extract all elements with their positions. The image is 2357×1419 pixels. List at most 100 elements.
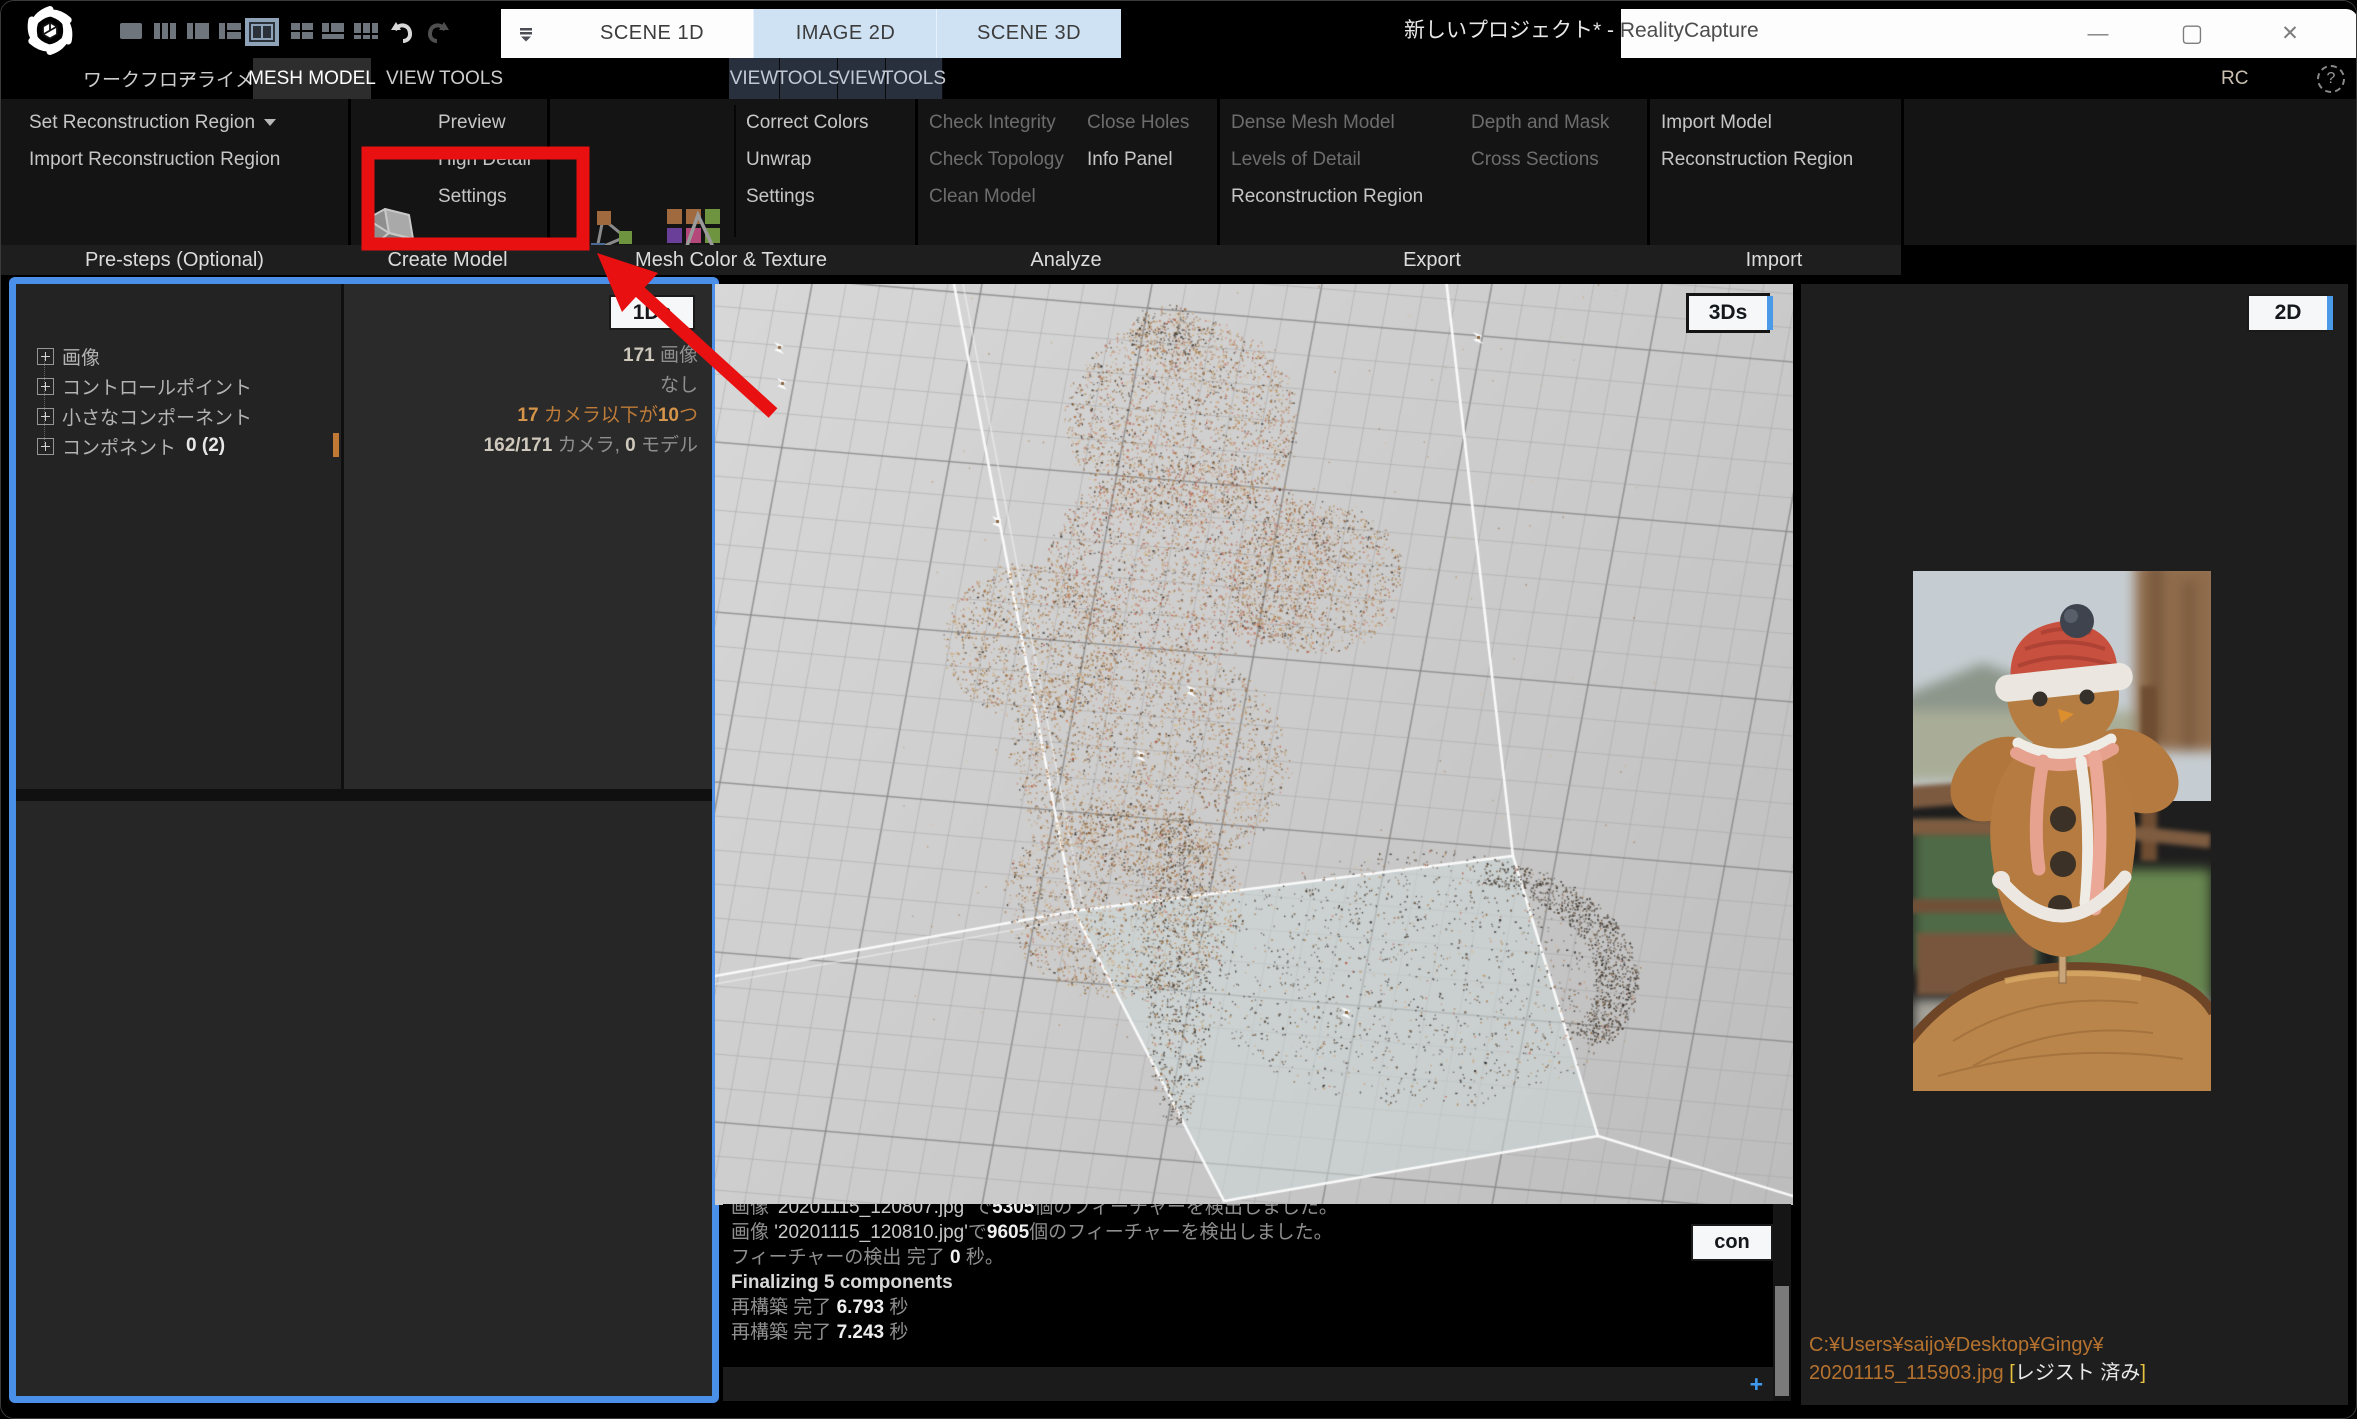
- section-label-mesh-color: Mesh Color & Texture: [547, 245, 915, 275]
- export-column-2: Depth and MaskCross Sections: [1471, 104, 1609, 178]
- badge-accent-bar: [2327, 296, 2333, 330]
- help-icon[interactable]: ?: [2307, 58, 2355, 99]
- maximize-button[interactable]: ▢: [2161, 9, 2223, 58]
- console-scrollbar[interactable]: [1773, 1204, 1791, 1401]
- layout-single-view-icon[interactable]: [119, 22, 143, 40]
- export-column-1: Dense Mesh ModelLevels of DetailReconstr…: [1231, 104, 1423, 215]
- ribbon-item[interactable]: Import Reconstruction Region: [29, 141, 280, 178]
- view-badge-3ds[interactable]: 3Ds: [1689, 296, 1767, 330]
- ribbon-item[interactable]: Check Topology: [929, 141, 1064, 178]
- expand-icon[interactable]: [37, 438, 54, 455]
- tab-scene-1d[interactable]: SCENE 1D: [551, 9, 753, 58]
- stat-value: 162/171 カメラ, 0 モデル: [344, 431, 712, 461]
- badge-accent-bar: [1767, 296, 1773, 330]
- layout-grid-2x2-icon[interactable]: [290, 22, 314, 40]
- empty-subview[interactable]: [16, 801, 712, 1396]
- ribbon-collapse-box[interactable]: [501, 9, 551, 58]
- ribbon-item[interactable]: Reconstruction Region: [1661, 141, 1853, 178]
- ribbon-item[interactable]: Preview: [438, 104, 531, 141]
- layout-split-rows-icon[interactable]: [218, 22, 242, 40]
- tree-item[interactable]: 小さなコンポーネント: [16, 401, 341, 431]
- menu-view-2[interactable]: VIEW: [729, 58, 780, 99]
- section-label-create-model: Create Model: [348, 245, 547, 275]
- reality-capture-window: SCENE 1D IMAGE 2D SCENE 3D 新しいプロジェクト* - …: [0, 0, 2357, 1419]
- console-tab-badge[interactable]: con: [1693, 1226, 1771, 1259]
- menu-tools-3[interactable]: TOOLS: [886, 58, 943, 99]
- tab-image-2d[interactable]: IMAGE 2D: [753, 9, 937, 58]
- ribbon-item[interactable]: Set Reconstruction Region: [29, 104, 280, 141]
- badge-label: 3Ds: [1709, 301, 1748, 325]
- viewport-3d[interactable]: 3Ds: [715, 284, 1793, 1205]
- close-button[interactable]: ✕: [2259, 9, 2321, 58]
- ribbon-collapse-icon: [517, 26, 535, 42]
- rc-version-label: RC: [2211, 58, 2258, 99]
- expand-icon[interactable]: [37, 408, 54, 425]
- layout-three-columns-icon[interactable]: [153, 22, 177, 40]
- create-model-column: PreviewHigh DetailSettings: [438, 104, 531, 215]
- console-line: 再構築 完了 6.793 秒: [731, 1295, 1338, 1320]
- layout-top-heavy-icon[interactable]: [321, 22, 345, 40]
- ribbon-item[interactable]: Correct Colors: [746, 104, 868, 141]
- ribbon-item[interactable]: Reconstruction Region: [1231, 178, 1423, 215]
- component-warning-tick: [333, 433, 339, 457]
- redo-icon[interactable]: [425, 20, 451, 44]
- console-line: 画像 '20201115_120807.jpg' で5305個のフィーチャーを検…: [731, 1204, 1338, 1220]
- ribbon-item[interactable]: Cross Sections: [1471, 141, 1609, 178]
- ribbon-item[interactable]: Settings: [746, 178, 868, 215]
- stat-value: 171 画像: [344, 341, 712, 371]
- console-log[interactable]: 画像 '20201115_120807.jpg' で5305個のフィーチャーを検…: [723, 1204, 1773, 1361]
- expand-icon[interactable]: [37, 378, 54, 395]
- layout-two-columns-icon[interactable]: [186, 22, 210, 40]
- panel-2d[interactable]: 2D: [1801, 284, 2348, 1405]
- ribbon-item[interactable]: Import Model: [1661, 104, 1853, 141]
- menu-tools-2[interactable]: TOOLS: [780, 58, 838, 99]
- ribbon-item[interactable]: Check Integrity: [929, 104, 1064, 141]
- analyze-column-2: Close HolesInfo Panel: [1087, 104, 1189, 178]
- titlebar: SCENE 1D IMAGE 2D SCENE 3D 新しいプロジェクト* - …: [1, 1, 2357, 58]
- add-command-button[interactable]: +: [1750, 1371, 1763, 1398]
- section-label-analyze: Analyze: [915, 245, 1217, 275]
- reality-capture-logo[interactable]: [17, 3, 83, 58]
- viewport-3d-canvas[interactable]: [715, 284, 1793, 1205]
- minimize-button[interactable]: —: [2067, 9, 2129, 58]
- tree-item-label: 小さなコンポーネント: [62, 403, 252, 430]
- scene-tree: 画像 コントロールポイント 小さなコンポーネント: [16, 284, 341, 789]
- analyze-column-1: Check IntegrityCheck TopologyClean Model: [929, 104, 1064, 215]
- ribbon-item[interactable]: Settings: [438, 178, 531, 215]
- ribbon-item[interactable]: Depth and Mask: [1471, 104, 1609, 141]
- menu-bar: ワークフロー アライメント MESH MODEL VIEW TOOLS VIEW…: [1, 58, 2357, 99]
- tab-scene-3d[interactable]: SCENE 3D: [936, 9, 1121, 58]
- image-path-label[interactable]: C:¥Users¥saijo¥Desktop¥Gingy¥ 20201115_1…: [1809, 1331, 2146, 1387]
- undo-icon[interactable]: [389, 20, 415, 44]
- scene-stats: 171 画像なし17 カメラ以下が10つ162/171 カメラ, 0 モデル: [344, 284, 712, 789]
- tree-item[interactable]: コンポネント 0 (2): [16, 431, 341, 461]
- menu-mesh-model[interactable]: MESH MODEL: [253, 58, 371, 99]
- tree-item[interactable]: コントロールポイント: [16, 371, 341, 401]
- ribbon-item[interactable]: Levels of Detail: [1231, 141, 1423, 178]
- layout-main-side-icon[interactable]: [249, 22, 275, 42]
- console-command-bar[interactable]: +: [723, 1367, 1773, 1401]
- ribbon-item[interactable]: Unwrap: [746, 141, 868, 178]
- stat-value: 17 カメラ以下が10つ: [344, 401, 712, 431]
- image-path-line2: 20201115_115903.jpg [レジスト 済み]: [1809, 1359, 2146, 1387]
- console-scroll-thumb[interactable]: [1775, 1286, 1789, 1396]
- ribbon-item[interactable]: Clean Model: [929, 178, 1064, 215]
- menu-tools-1[interactable]: TOOLS: [429, 58, 513, 99]
- layout-grid-3x3-icon[interactable]: [353, 22, 379, 40]
- ribbon-item[interactable]: Dense Mesh Model: [1231, 104, 1423, 141]
- section-label-presteps: Pre-steps (Optional): [1, 245, 348, 275]
- section-label-import: Import: [1647, 245, 1901, 275]
- panel-1ds[interactable]: 画像 コントロールポイント 小さなコンポーネント: [9, 277, 719, 1403]
- expand-icon[interactable]: [37, 348, 54, 365]
- ribbon-item[interactable]: Close Holes: [1087, 104, 1189, 141]
- view-badge-2d[interactable]: 2D: [2249, 296, 2327, 330]
- ribbon-item[interactable]: High Detail: [438, 141, 531, 178]
- ribbon-item[interactable]: Info Panel: [1087, 141, 1189, 178]
- tree-item[interactable]: 画像: [16, 341, 341, 371]
- gingerbread-photo[interactable]: [1913, 571, 2211, 1091]
- image-path-line1: C:¥Users¥saijo¥Desktop¥Gingy¥: [1809, 1331, 2146, 1359]
- console-line: フィーチャーの検出 完了 0 秒。: [731, 1245, 1338, 1270]
- view-badge-1ds[interactable]: 1Ds: [611, 297, 693, 328]
- tree-item-label: コントロールポイント: [62, 373, 252, 400]
- menu-view-3[interactable]: VIEW: [838, 58, 886, 99]
